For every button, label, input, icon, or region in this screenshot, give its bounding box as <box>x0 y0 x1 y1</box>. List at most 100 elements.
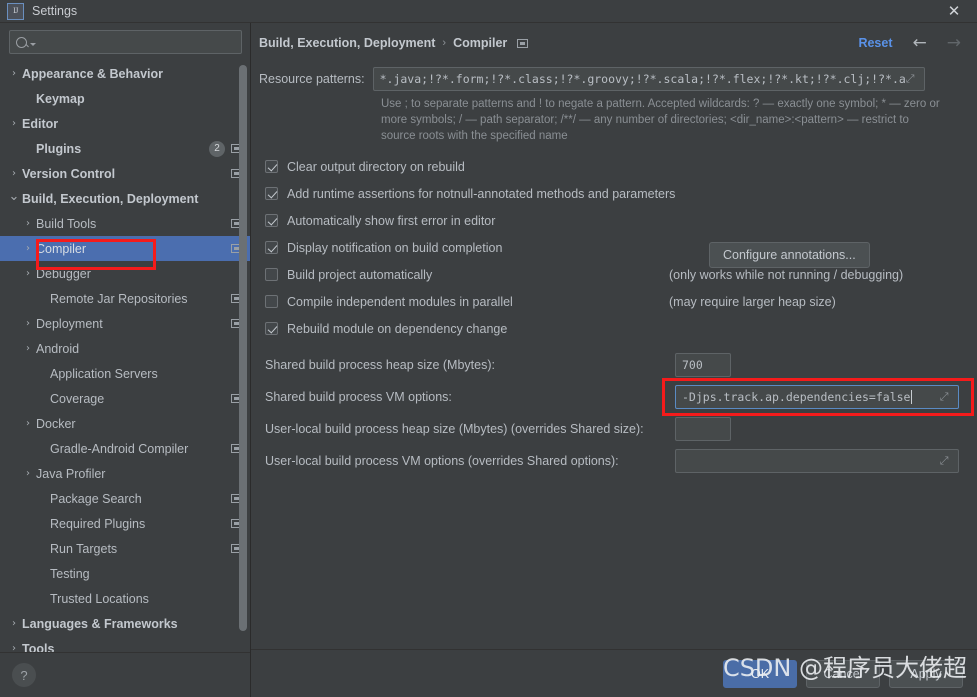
expand-icon[interactable]: ⤡ <box>940 455 954 468</box>
sidebar-item-keymap[interactable]: ›Keymap <box>0 86 250 111</box>
sidebar-item-label: Testing <box>50 566 90 581</box>
ok-button[interactable]: OK <box>723 659 797 688</box>
sidebar-item-version-control[interactable]: › Version Control <box>0 161 250 186</box>
resource-patterns-label: Resource patterns: <box>259 72 365 86</box>
option-row: User-local build process heap size (Mbyt… <box>265 413 961 445</box>
sidebar-item-label: Version Control <box>22 166 116 181</box>
sidebar-item-label: Required Plugins <box>50 516 146 531</box>
sidebar-item-package-search[interactable]: ›Package Search <box>0 486 250 511</box>
sidebar-item-required-plugins[interactable]: ›Required Plugins <box>0 511 250 536</box>
breadcrumb-current: Compiler <box>453 36 508 50</box>
sidebar-item-testing[interactable]: ›Testing <box>0 561 250 586</box>
sidebar-item-java-profiler[interactable]: › Java Profiler <box>0 461 250 486</box>
resource-patterns-input[interactable]: *.java;!?*.form;!?*.class;!?*.groovy;!?*… <box>372 67 925 91</box>
chevron-right-icon[interactable]: › <box>20 243 36 254</box>
expand-icon[interactable]: ⤡ <box>940 391 954 404</box>
reset-link[interactable]: Reset <box>858 36 892 50</box>
sidebar-item-coverage[interactable]: ›Coverage <box>0 386 250 411</box>
configure-annotations-button[interactable]: Configure annotations... <box>709 242 870 268</box>
checkbox-label: Compile independent modules in parallel <box>287 294 513 309</box>
checkbox-checked-icon[interactable] <box>265 160 278 173</box>
forward-arrow-icon[interactable]: → <box>947 34 961 52</box>
sidebar-item-application-servers[interactable]: ›Application Servers <box>0 361 250 386</box>
sidebar-item-label: Tools <box>22 641 55 653</box>
expand-icon[interactable]: ⤡ <box>906 73 920 86</box>
resource-patterns-value: *.java;!?*.form;!?*.class;!?*.groovy;!?*… <box>379 72 906 86</box>
sidebar-item-label: Editor <box>22 116 59 131</box>
sidebar-item-android[interactable]: › Android <box>0 336 250 361</box>
checkbox-checked-icon[interactable] <box>265 214 278 227</box>
checkbox-unchecked-icon[interactable] <box>265 295 278 308</box>
chevron-right-icon[interactable]: › <box>20 268 36 279</box>
sidebar-item-tools[interactable]: › Tools <box>0 636 250 653</box>
chevron-right-icon[interactable]: › <box>20 218 36 229</box>
checkbox-side-note: (may require larger heap size) <box>669 294 836 309</box>
back-arrow-icon[interactable]: ← <box>913 34 927 52</box>
checkbox-row[interactable]: Clear output directory on rebuild <box>265 153 961 180</box>
sidebar-item-label: Gradle-Android Compiler <box>50 441 189 456</box>
chevron-right-icon[interactable]: › <box>20 468 36 479</box>
sidebar-item-editor[interactable]: › Editor <box>0 111 250 136</box>
chevron-right-icon[interactable]: › <box>6 643 22 652</box>
checkbox-checked-icon[interactable] <box>265 322 278 335</box>
checkbox-row[interactable]: Add runtime assertions for notnull-annot… <box>265 180 961 207</box>
sidebar-item-label: Coverage <box>50 391 105 406</box>
sidebar-footer: ? <box>0 652 250 697</box>
apply-button[interactable]: Apply <box>889 659 963 688</box>
dialog-button-bar: OK Cancel Apply <box>251 649 977 697</box>
sidebar-item-debugger[interactable]: › Debugger <box>0 261 250 286</box>
checkbox-row[interactable]: Compile independent modules in parallel (… <box>265 288 961 315</box>
sidebar-item-label: Plugins <box>36 141 82 156</box>
settings-tree: ›Appearance & Behavior›Keymap›Editor›Plu… <box>0 60 250 652</box>
close-icon[interactable]: ✕ <box>931 0 977 22</box>
sidebar-item-appearance-behavior[interactable]: › Appearance & Behavior <box>0 61 250 86</box>
option-input-heap-shared[interactable]: 700 <box>675 353 731 377</box>
sidebar-item-label: Keymap <box>36 91 85 106</box>
dialog-body: ›Appearance & Behavior›Keymap›Editor›Plu… <box>0 23 977 697</box>
checkbox-label: Add runtime assertions for notnull-annot… <box>287 186 676 201</box>
sidebar-item-plugins[interactable]: ›Plugins2 <box>0 136 250 161</box>
checkbox-side-note: (only works while not running / debuggin… <box>669 267 904 282</box>
chevron-right-icon[interactable]: › <box>20 318 36 329</box>
sidebar-item-docker[interactable]: › Docker <box>0 411 250 436</box>
sidebar-item-run-targets[interactable]: ›Run Targets <box>0 536 250 561</box>
sidebar-item-build-tools[interactable]: › Build Tools <box>0 211 250 236</box>
sidebar-item-label: Trusted Locations <box>50 591 149 606</box>
option-input-vm-local[interactable]: ⤡ <box>675 449 959 473</box>
option-value: -Djps.track.ap.dependencies=false <box>682 390 911 404</box>
chevron-right-icon[interactable]: › <box>6 118 22 129</box>
sidebar-item-gradle-android-compiler[interactable]: ›Gradle-Android Compiler <box>0 436 250 461</box>
chevron-right-icon[interactable]: › <box>6 618 22 629</box>
chevron-right-icon[interactable]: › <box>6 168 22 179</box>
checkbox-unchecked-icon[interactable] <box>265 268 278 281</box>
chevron-right-icon[interactable]: › <box>6 68 22 79</box>
sidebar-item-trusted-locations[interactable]: ›Trusted Locations <box>0 586 250 611</box>
option-input-vm-shared[interactable]: -Djps.track.ap.dependencies=false ⤡ <box>675 385 959 409</box>
settings-gear-icon[interactable] <box>517 38 529 48</box>
sidebar-item-build-execution-deployment[interactable]: ⌄ Build, Execution, Deployment <box>0 186 250 211</box>
sidebar-item-label: Package Search <box>50 491 142 506</box>
search-input[interactable] <box>9 30 242 54</box>
option-row: User-local build process VM options (ove… <box>265 445 961 477</box>
breadcrumb-parent[interactable]: Build, Execution, Deployment <box>259 36 435 50</box>
build-process-options: Shared build process heap size (Mbytes):… <box>259 349 961 477</box>
checkbox-row[interactable]: Rebuild module on dependency change <box>265 315 961 342</box>
checkbox-checked-icon[interactable] <box>265 187 278 200</box>
chevron-right-icon[interactable]: › <box>20 343 36 354</box>
option-input-heap-local[interactable] <box>675 417 731 441</box>
cancel-button[interactable]: Cancel <box>806 659 880 688</box>
checkbox-checked-icon[interactable] <box>265 241 278 254</box>
chevron-right-icon[interactable]: › <box>20 418 36 429</box>
sidebar-item-deployment[interactable]: › Deployment <box>0 311 250 336</box>
sidebar-scrollbar[interactable] <box>239 65 247 631</box>
checkbox-row[interactable]: Automatically show first error in editor <box>265 207 961 234</box>
sidebar-item-remote-jar-repositories[interactable]: ›Remote Jar Repositories <box>0 286 250 311</box>
sidebar-item-compiler[interactable]: › Compiler <box>0 236 250 261</box>
sidebar-item-languages-frameworks[interactable]: › Languages & Frameworks <box>0 611 250 636</box>
help-button[interactable]: ? <box>12 663 36 687</box>
text-caret <box>911 390 913 404</box>
option-row: Shared build process heap size (Mbytes):… <box>265 349 961 381</box>
sidebar-item-label: Appearance & Behavior <box>22 66 164 81</box>
chevron-down-icon[interactable]: ⌄ <box>6 190 22 203</box>
breadcrumb-separator: › <box>442 37 447 49</box>
